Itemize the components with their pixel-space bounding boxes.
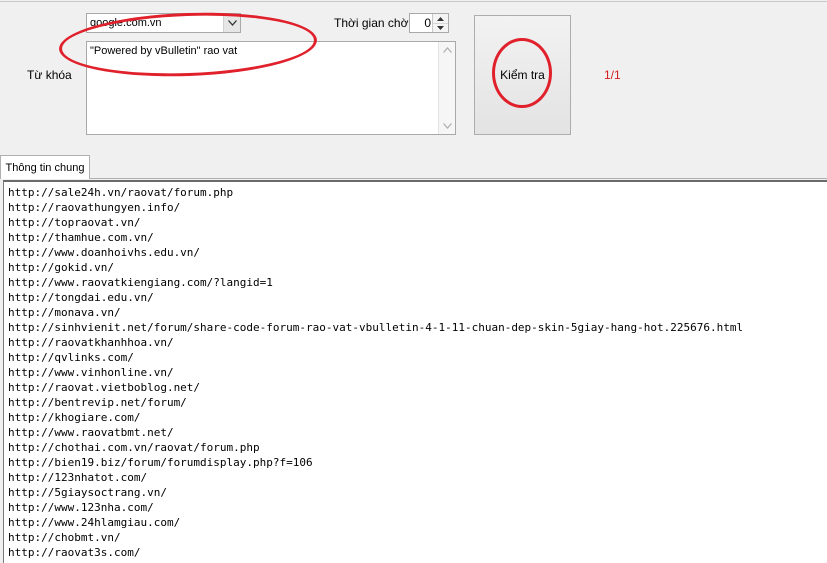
annotation-circle-button [492, 38, 552, 108]
result-url: http://www.doanhoivhs.edu.vn/ [8, 246, 201, 259]
keyword-scrollbar[interactable] [438, 42, 455, 134]
keyword-label: Từ khóa [27, 68, 72, 82]
result-url: http://raovatkhanhhoa.vn/ [8, 336, 174, 349]
results-textbox[interactable]: http://sale24h.vn/raovat/forum.php http:… [3, 180, 827, 563]
result-url: http://chothai.com.vn/raovat/forum.php [8, 441, 260, 454]
result-url: http://raovathungyen.info/ [8, 201, 181, 214]
tab-strip-line [0, 178, 827, 179]
result-url: http://qvlinks.com/ [8, 351, 134, 364]
result-url: http://khogiare.com/ [8, 411, 141, 424]
results-list: http://sale24h.vn/raovat/forum.php http:… [8, 185, 743, 560]
result-url: http://bentrevip.net/forum/ [8, 396, 187, 409]
result-url: http://raovat3s.com/ [8, 546, 141, 559]
wait-time-label: Thời gian chờ [334, 16, 409, 30]
result-url: http://www.raovatbmt.net/ [8, 426, 174, 439]
result-url: http://sinhvienit.net/forum/share-code-f… [8, 321, 744, 334]
result-url: http://www.raovatkiengiang.com/?langid=1 [8, 276, 273, 289]
result-url: http://5giaysoctrang.vn/ [8, 486, 167, 499]
spinner-down-icon[interactable] [433, 23, 448, 32]
result-url: http://www.vinhonline.vn/ [8, 366, 174, 379]
result-url: http://topraovat.vn/ [8, 216, 141, 229]
scroll-up-icon[interactable] [439, 42, 455, 58]
result-url: http://gokid.vn/ [8, 261, 114, 274]
wait-time-spinner[interactable]: 0 [409, 13, 449, 33]
app-window: google.com.vn Thời gian chờ 0 Từ khóa "P… [0, 0, 827, 563]
result-url: http://raovat.vietboblog.net/ [8, 381, 201, 394]
page-counter: 1/1 [604, 68, 621, 82]
result-url: http://www.24hlamgiau.com/ [8, 516, 181, 529]
result-url: http://chobmt.vn/ [8, 531, 121, 544]
top-divider [0, 1, 827, 2]
scroll-down-icon[interactable] [439, 118, 455, 134]
wait-time-value: 0 [424, 16, 431, 30]
result-url: http://www.123nha.com/ [8, 501, 154, 514]
result-url: http://sale24h.vn/raovat/forum.php [8, 186, 234, 199]
spinner-buttons [432, 14, 448, 32]
spinner-up-icon[interactable] [433, 14, 448, 23]
result-url: http://bien19.biz/forum/forumdisplay.php… [8, 456, 313, 469]
result-url: http://monava.vn/ [8, 306, 121, 319]
result-url: http://thamhue.com.vn/ [8, 231, 154, 244]
result-url: http://tongdai.edu.vn/ [8, 291, 154, 304]
result-url: http://123nhatot.com/ [8, 471, 148, 484]
tab-general-info[interactable]: Thông tin chung [0, 155, 90, 179]
